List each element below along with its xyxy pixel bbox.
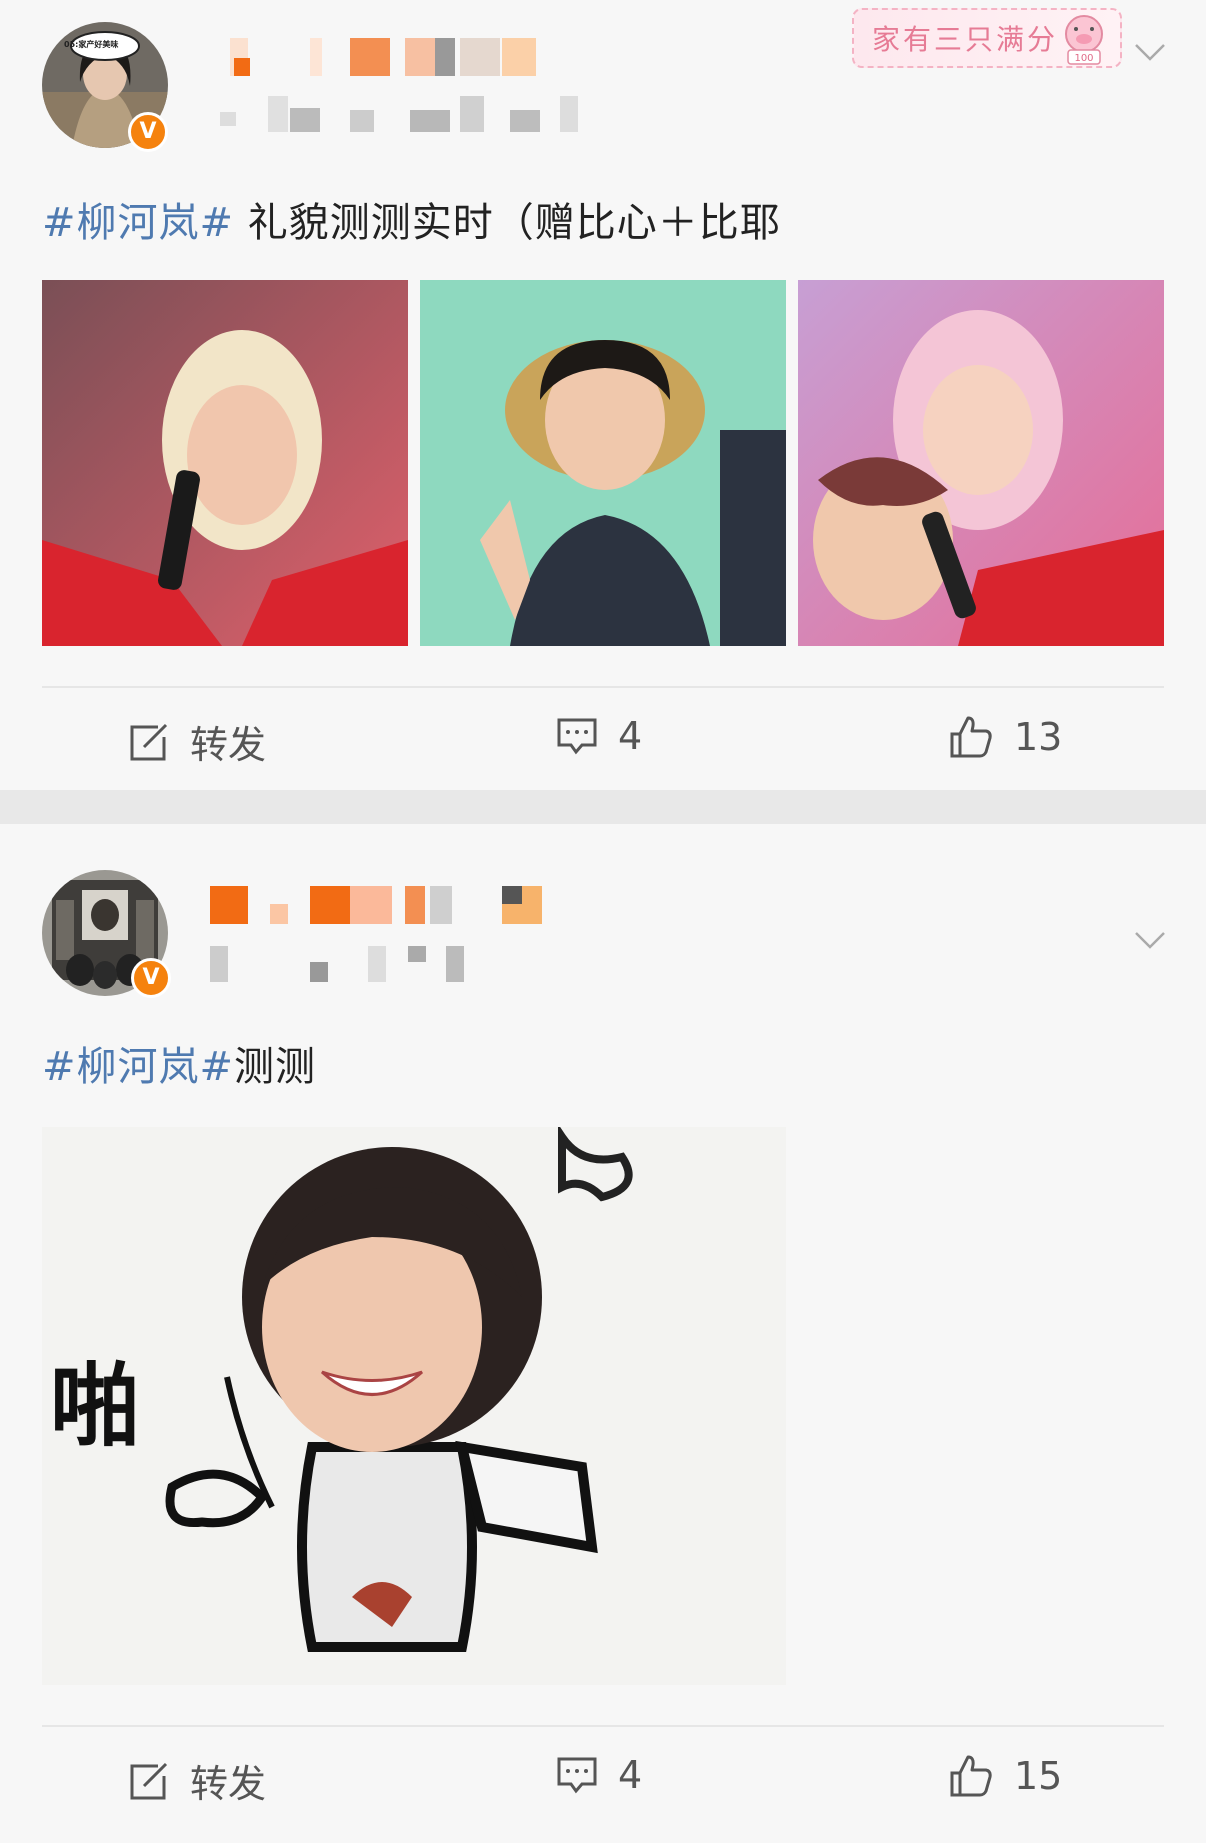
thumbs-up-icon: [950, 1755, 992, 1797]
comment-button[interactable]: 4: [556, 714, 642, 758]
feed-post: V #柳河岚#测测 啪 转发 4 15: [0, 824, 1206, 1843]
verified-badge-icon: V: [128, 112, 168, 152]
username-redacted[interactable]: [210, 38, 550, 76]
pig-icon: 100: [1065, 15, 1103, 65]
badge-score: 100: [1074, 53, 1093, 64]
avatar-caption: 05:家产好美味: [64, 40, 119, 49]
chevron-down-icon[interactable]: [1134, 42, 1166, 62]
repost-button[interactable]: 转发: [128, 1753, 266, 1808]
post-text: #柳河岚# 礼貌测测实时（赠比心＋比耶: [42, 190, 781, 248]
username-redacted[interactable]: [210, 886, 550, 924]
like-count: 15: [1014, 1754, 1063, 1798]
thumbs-up-icon: [950, 716, 992, 758]
post-image[interactable]: [798, 280, 1164, 646]
like-count: 13: [1014, 715, 1063, 759]
repost-label: 转发: [190, 723, 267, 767]
post-image[interactable]: [420, 280, 786, 646]
chevron-down-icon[interactable]: [1134, 930, 1166, 950]
repost-button[interactable]: 转发: [128, 714, 266, 769]
verified-badge-icon: V: [131, 958, 171, 998]
post-image[interactable]: [42, 280, 408, 646]
divider: [42, 686, 1164, 688]
divider: [42, 1725, 1164, 1727]
feed-post: 05:家产好美味 V 家有三只满分 100 #柳河岚# 礼貌测测实时（赠比心＋比…: [0, 0, 1206, 790]
comment-icon: [557, 718, 597, 755]
post-text: #柳河岚#测测: [42, 1034, 316, 1092]
hashtag-link[interactable]: #柳河岚#: [42, 200, 234, 246]
sticker-text: 啪: [50, 1354, 140, 1459]
repost-icon: [130, 1762, 168, 1799]
comment-button[interactable]: 4: [556, 1753, 642, 1797]
post-image[interactable]: 啪: [42, 1127, 786, 1685]
post-separator: [0, 790, 1206, 824]
repost-label: 转发: [190, 1762, 267, 1806]
comment-count: 4: [618, 714, 643, 758]
like-button[interactable]: 13: [948, 714, 1062, 760]
hashtag-link[interactable]: #柳河岚#: [42, 1044, 234, 1090]
like-button[interactable]: 15: [948, 1753, 1062, 1799]
comment-icon: [557, 1757, 597, 1794]
post-meta-redacted: [210, 96, 730, 132]
post-meta-redacted: [210, 946, 510, 982]
fan-badge-text: 家有三只满分: [872, 23, 1059, 56]
repost-icon: [130, 723, 168, 760]
post-body: 测测: [234, 1044, 317, 1090]
fan-badge-card[interactable]: 家有三只满分 100: [852, 8, 1122, 68]
post-body: 礼貌测测实时（赠比心＋比耶: [234, 200, 781, 246]
comment-count: 4: [618, 1753, 643, 1797]
